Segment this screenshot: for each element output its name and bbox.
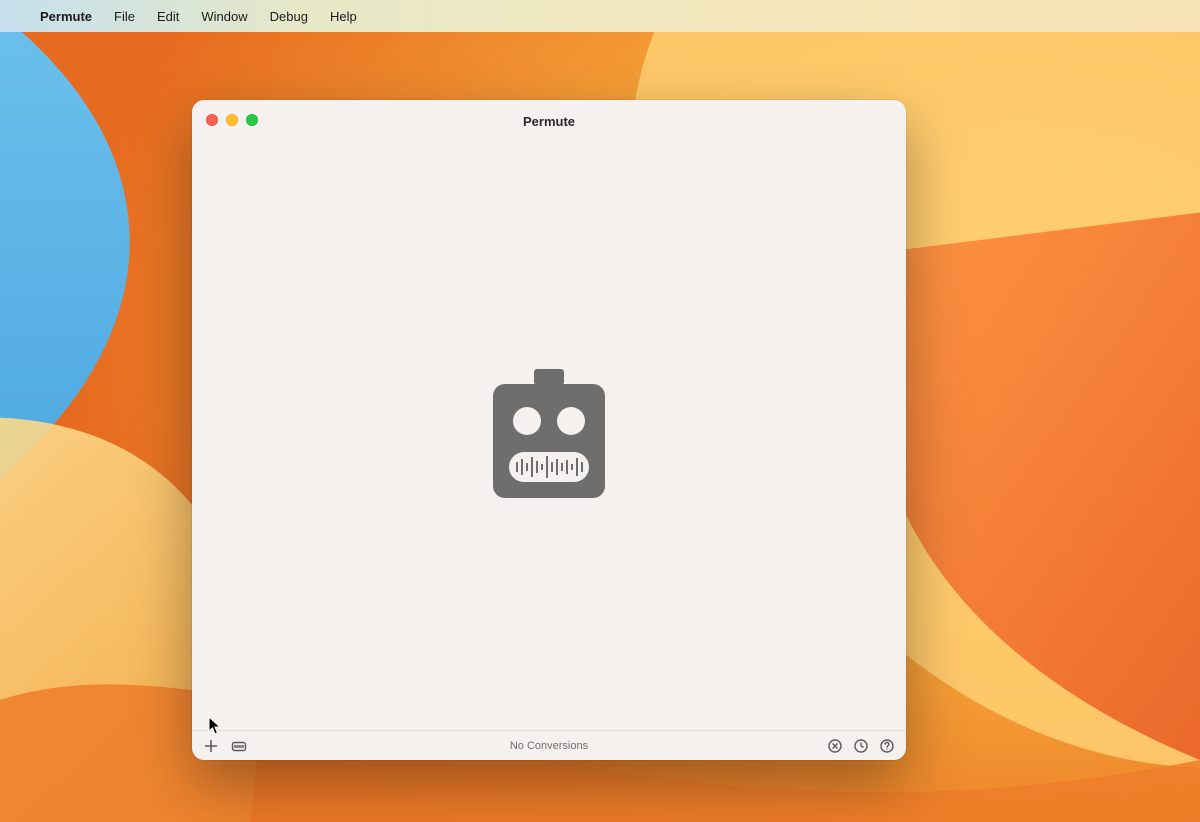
statusbar: No Conversions (192, 730, 906, 760)
help-button[interactable] (878, 737, 896, 755)
mouse-cursor (208, 716, 224, 736)
app-window: Permute (192, 100, 906, 760)
add-button[interactable] (202, 737, 220, 755)
status-text: No Conversions (510, 740, 588, 752)
window-titlebar[interactable]: Permute (192, 100, 906, 142)
robot-icon (479, 366, 619, 506)
app-menu[interactable]: Permute (40, 9, 92, 24)
menu-help[interactable]: Help (330, 9, 357, 24)
window-zoom-button[interactable] (246, 114, 258, 126)
presets-button[interactable] (230, 737, 248, 755)
window-controls (206, 114, 258, 126)
menu-edit[interactable]: Edit (157, 9, 179, 24)
window-close-button[interactable] (206, 114, 218, 126)
macos-menubar: Permute File Edit Window Debug Help (0, 0, 1200, 32)
window-minimize-button[interactable] (226, 114, 238, 126)
window-title: Permute (523, 114, 575, 129)
history-button[interactable] (852, 737, 870, 755)
menu-file[interactable]: File (114, 9, 135, 24)
menu-debug[interactable]: Debug (270, 9, 308, 24)
menu-window[interactable]: Window (201, 9, 247, 24)
drop-zone[interactable] (192, 142, 906, 730)
cancel-all-button[interactable] (826, 737, 844, 755)
